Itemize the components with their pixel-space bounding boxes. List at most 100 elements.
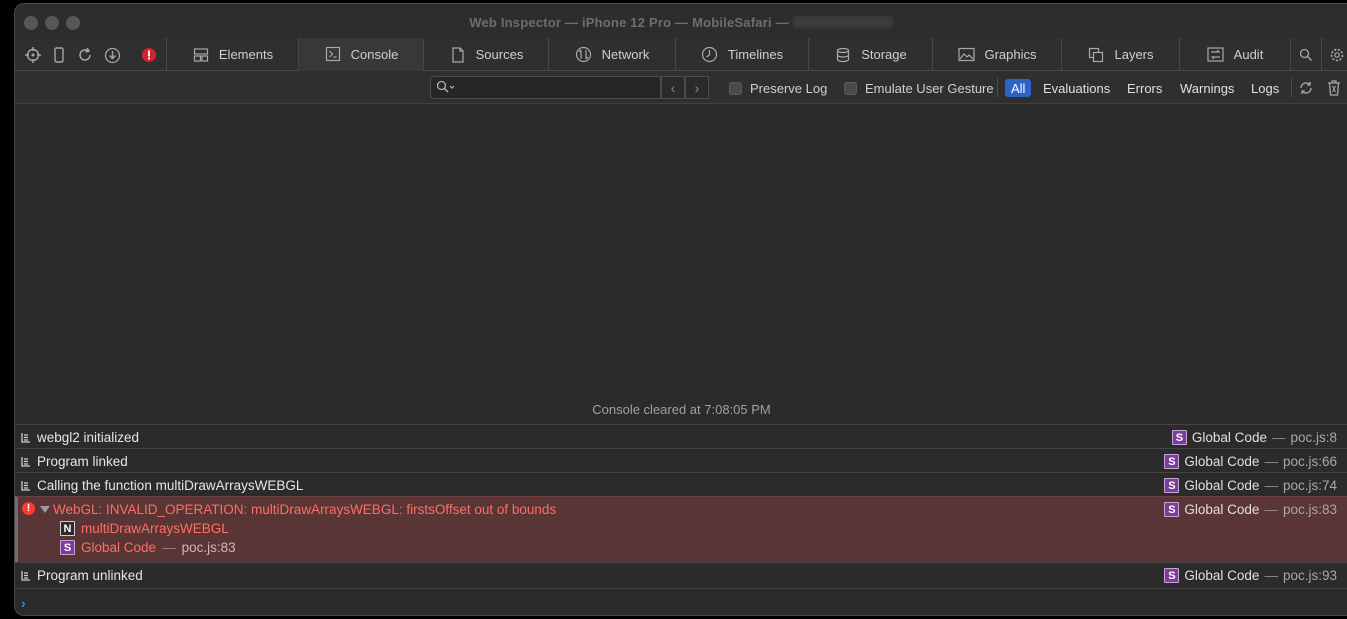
file-location[interactable]: poc.js:93: [1283, 568, 1337, 583]
error-badge-icon[interactable]: [140, 46, 158, 64]
device-icon[interactable]: [50, 46, 68, 64]
tab-audit[interactable]: Audit: [1179, 38, 1290, 71]
separator: —: [162, 540, 176, 555]
console-output: Console cleared at 7:08:05 PM: [15, 104, 1347, 424]
filter-evaluations-button[interactable]: Evaluations: [1037, 79, 1116, 97]
disclosure-triangle-icon[interactable]: [40, 506, 50, 513]
source-location-link[interactable]: S Global Code — poc.js:8: [1171, 430, 1337, 445]
log-icon: [21, 569, 31, 581]
stack-frame[interactable]: N multiDrawArraysWEBGL: [60, 521, 229, 536]
separator: —: [1264, 568, 1278, 583]
script-badge-icon: S: [1164, 568, 1180, 583]
console-prompt[interactable]: ›: [15, 588, 1347, 615]
console-message-row[interactable]: Program unlinked S Global Code — poc.js:…: [15, 562, 1347, 588]
source-location-link[interactable]: S Global Code — poc.js:66: [1164, 454, 1337, 469]
tab-timelines[interactable]: Timelines: [675, 38, 808, 71]
layers-icon: [1087, 46, 1105, 64]
document-icon: [449, 46, 467, 64]
stack-function-name: multiDrawArraysWEBGL: [81, 521, 229, 536]
database-icon: [834, 46, 852, 64]
window-title: Web Inspector — iPhone 12 Pro — MobileSa…: [15, 15, 1347, 30]
message-text: Calling the function multiDrawArraysWEBG…: [37, 478, 304, 493]
file-location[interactable]: poc.js:8: [1290, 430, 1337, 445]
tab-sources[interactable]: Sources: [423, 38, 548, 71]
tab-label: Console: [350, 46, 399, 62]
script-badge-icon: S: [1164, 478, 1180, 493]
log-icon: [21, 431, 31, 443]
tab-network[interactable]: Network: [548, 38, 675, 71]
file-location[interactable]: poc.js:83: [1283, 502, 1337, 517]
message-text: webgl2 initialized: [37, 430, 140, 445]
tab-label: Elements: [218, 47, 274, 62]
redacted-host: [792, 16, 893, 28]
tab-label: Layers: [1114, 47, 1154, 62]
stack-file-location[interactable]: poc.js:83: [182, 540, 236, 555]
source-location-link[interactable]: S Global Code — poc.js:93: [1164, 568, 1337, 583]
tab-bar: Elements Console Sources Network Timelin…: [15, 38, 1347, 71]
file-location[interactable]: poc.js:66: [1283, 454, 1337, 469]
search-tab-button[interactable]: [1290, 38, 1321, 71]
tab-console[interactable]: Console: [298, 38, 423, 71]
file-location[interactable]: poc.js:74: [1283, 478, 1337, 493]
log-icon: [21, 479, 31, 491]
source-location-link[interactable]: S Global Code — poc.js:83: [1164, 502, 1337, 517]
source-location-link[interactable]: S Global Code — poc.js:74: [1164, 478, 1337, 493]
tab-label: Storage: [861, 47, 907, 62]
title-bar: Web Inspector — iPhone 12 Pro — MobileSa…: [15, 4, 1347, 38]
emulate-user-gesture-checkbox[interactable]: Emulate User Gesture: [844, 81, 994, 96]
divider: [1291, 78, 1292, 97]
error-message-text: WebGL: INVALID_OPERATION: multiDrawArray…: [53, 502, 557, 517]
preserve-log-checkbox[interactable]: Preserve Log: [729, 81, 827, 96]
separator: —: [1264, 502, 1278, 517]
console-message-row[interactable]: webgl2 initialized S Global Code — poc.j…: [15, 424, 1347, 448]
filter-all-button[interactable]: All: [1005, 79, 1032, 97]
script-badge-icon: S: [1164, 454, 1180, 469]
download-icon[interactable]: [103, 46, 121, 64]
console-search-field[interactable]: [430, 76, 661, 99]
native-badge-icon: N: [60, 521, 75, 536]
checkbox-box[interactable]: [844, 82, 857, 95]
crosshair-icon[interactable]: [24, 46, 42, 64]
stack-function-name: Global Code: [81, 540, 157, 555]
filter-warnings-button[interactable]: Warnings: [1174, 79, 1240, 97]
console-search-input[interactable]: [459, 79, 654, 96]
tab-label: Graphics: [984, 47, 1037, 62]
console-message-row[interactable]: Calling the function multiDrawArraysWEBG…: [15, 472, 1347, 496]
function-name: Global Code: [1184, 454, 1260, 469]
function-name: Global Code: [1184, 502, 1260, 517]
clear-console-button[interactable]: [1326, 79, 1342, 100]
reload-console-button[interactable]: [1297, 79, 1315, 100]
previous-match-button[interactable]: ‹: [661, 76, 685, 99]
image-icon: [957, 46, 975, 64]
checkbox-box[interactable]: [729, 82, 742, 95]
search-icon: [436, 80, 456, 97]
tab-label: Network: [601, 47, 650, 62]
gear-icon: [1328, 46, 1346, 64]
search-icon: [1297, 46, 1315, 64]
prompt-chevron-icon: ›: [21, 595, 26, 611]
tab-elements[interactable]: Elements: [166, 38, 298, 71]
reload-icon[interactable]: [76, 46, 94, 64]
filter-logs-button[interactable]: Logs: [1245, 79, 1285, 97]
emulate-user-gesture-label: Emulate User Gesture: [865, 81, 994, 96]
script-badge-icon: S: [1164, 502, 1180, 517]
message-text: Program linked: [37, 454, 128, 469]
stack-frame[interactable]: S Global Code — poc.js:83: [60, 540, 236, 555]
settings-tab-button[interactable]: [1321, 38, 1347, 71]
next-match-button[interactable]: ›: [685, 76, 709, 99]
preserve-log-label: Preserve Log: [750, 81, 828, 96]
console-message-row[interactable]: Program linked S Global Code — poc.js:66: [15, 448, 1347, 472]
tab-graphics[interactable]: Graphics: [932, 38, 1061, 71]
separator: —: [1264, 478, 1278, 493]
error-icon: !: [22, 502, 35, 515]
filter-errors-button[interactable]: Errors: [1121, 79, 1168, 97]
tab-layers[interactable]: Layers: [1061, 38, 1179, 71]
console-error-row[interactable]: ! WebGL: INVALID_OPERATION: multiDrawArr…: [15, 496, 1347, 562]
console-filter-bar: ‹ › Preserve Log Emulate User Gesture Al…: [15, 71, 1347, 104]
console-cleared-message: Console cleared at 7:08:05 PM: [592, 402, 771, 417]
message-text: Program unlinked: [37, 568, 143, 583]
audit-icon: [1207, 46, 1225, 64]
console-icon: [324, 45, 342, 63]
refresh-icon: [1297, 82, 1315, 100]
tab-storage[interactable]: Storage: [808, 38, 932, 71]
